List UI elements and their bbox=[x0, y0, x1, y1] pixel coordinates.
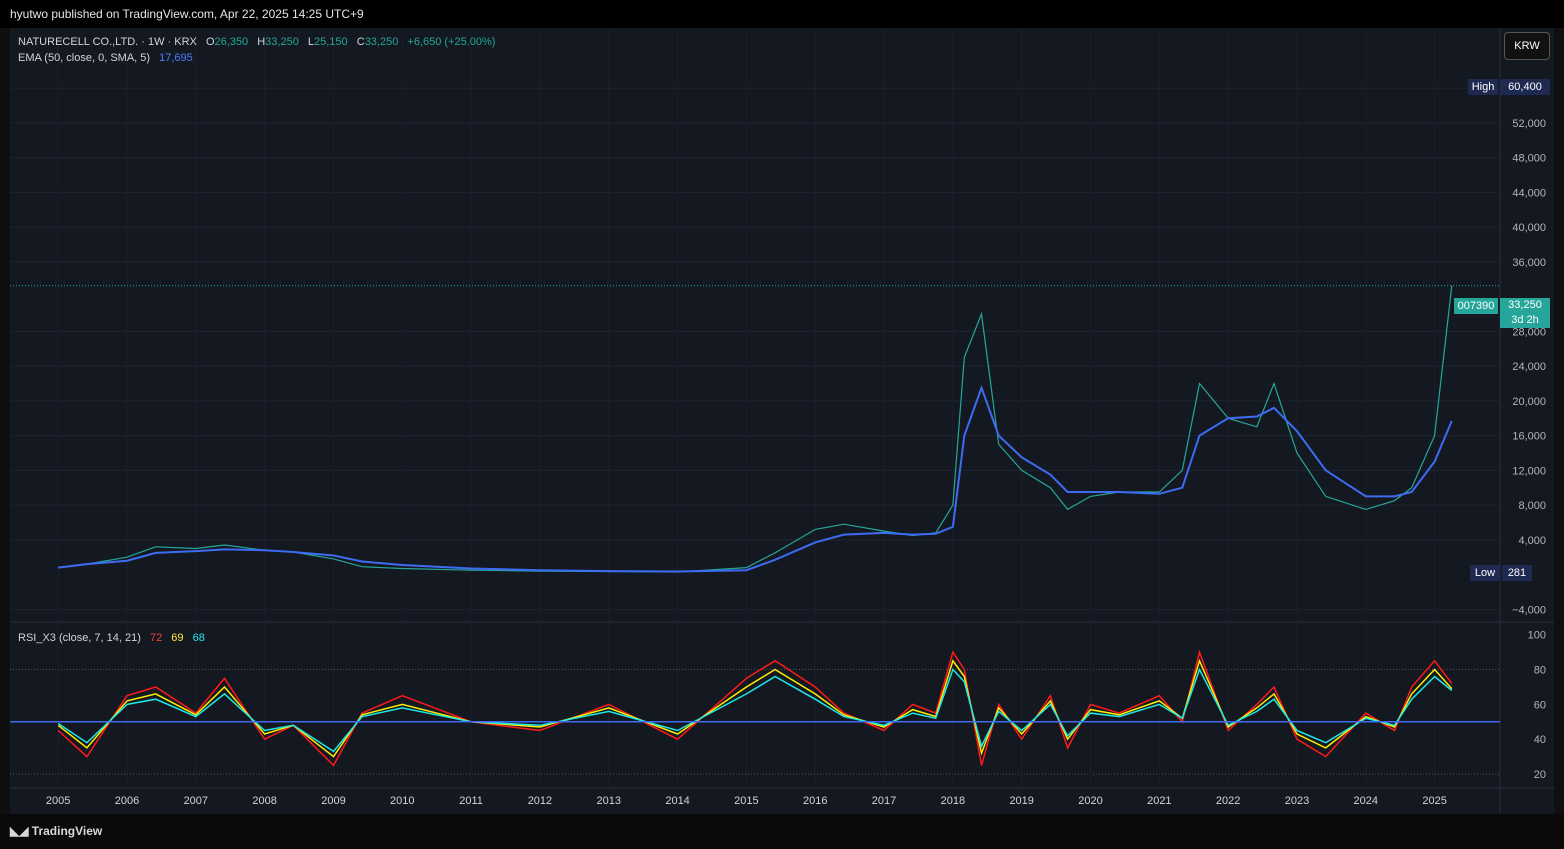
time-tick-label: 2008 bbox=[252, 795, 276, 807]
chart-svg[interactable]: −4,000 4,000 8,000 12,000 16,000 20,000 24,000… bbox=[10, 28, 1554, 814]
low-tag-label: Low bbox=[1470, 565, 1500, 581]
price-tick-label: 36,000 bbox=[1512, 257, 1546, 269]
ema-label: EMA (50, close, 0, SMA, 5) bbox=[18, 52, 151, 64]
price-tick-label: 4,000 bbox=[1518, 535, 1546, 547]
publish-header: hyutwo published on TradingView.com, Apr… bbox=[0, 0, 1564, 28]
time-tick-label: 2013 bbox=[597, 795, 621, 807]
ema-legend: EMA (50, close, 0, SMA, 5) 17,695 bbox=[18, 52, 193, 64]
rsi-series-line bbox=[57, 658, 1453, 758]
price-tick-label: 20,000 bbox=[1512, 396, 1546, 408]
high-value: 33,250 bbox=[265, 36, 299, 48]
ticker-tag: 007390 bbox=[1454, 298, 1498, 314]
chart-area[interactable]: −4,000 4,000 8,000 12,000 16,000 20,000 24,000… bbox=[10, 28, 1554, 814]
rsi-tick-label: 20 bbox=[1534, 769, 1546, 781]
time-tick-label: 2024 bbox=[1354, 795, 1378, 807]
price-tick-label: 40,000 bbox=[1512, 222, 1546, 234]
tv-logo-icon: ◣◢ bbox=[10, 824, 32, 838]
price-tick-label: 24,000 bbox=[1512, 361, 1546, 373]
time-tick-label: 2007 bbox=[184, 795, 208, 807]
time-tick-label: 2010 bbox=[390, 795, 414, 807]
last-price-value: 33,250 bbox=[1508, 299, 1542, 311]
time-tick-label: 2019 bbox=[1009, 795, 1033, 807]
high-label: H bbox=[257, 36, 266, 48]
rsi7-value: 72 bbox=[149, 632, 163, 644]
price-tick-label: −4,000 bbox=[1512, 604, 1546, 616]
ema-series-line bbox=[58, 384, 1453, 573]
time-tick-label: 2023 bbox=[1285, 795, 1309, 807]
rsi14-value: 69 bbox=[171, 632, 184, 644]
time-tick-label: 2005 bbox=[46, 795, 70, 807]
price-tick-label: 28,000 bbox=[1512, 326, 1546, 338]
rsi-tick-label: 40 bbox=[1534, 734, 1546, 746]
publish-text: hyutwo published on TradingView.com, Apr… bbox=[10, 7, 364, 21]
time-tick-label: 2015 bbox=[734, 795, 758, 807]
symbol-name: NATURECELL CO.,LTD. · 1W · KRX bbox=[18, 36, 197, 48]
price-tick-label: 16,000 bbox=[1512, 431, 1546, 443]
footer: ◣◢ TradingView bbox=[0, 814, 1564, 849]
price-tick-label: 44,000 bbox=[1512, 187, 1546, 199]
open-label: O bbox=[205, 36, 215, 48]
time-tick-label: 2009 bbox=[321, 795, 345, 807]
time-tick-label: 2012 bbox=[528, 795, 552, 807]
tradingview-logo[interactable]: ◣◢ TradingView bbox=[10, 824, 102, 838]
high-tag-label: High bbox=[1468, 79, 1498, 95]
currency-button[interactable]: KRW bbox=[1504, 32, 1550, 60]
time-tick-label: 2011 bbox=[459, 795, 483, 807]
last-price-tag: 33,250 3d 2h bbox=[1500, 298, 1550, 328]
change-value: +6,650 (+25.00%) bbox=[407, 36, 496, 48]
low-tag-value: 281 bbox=[1502, 565, 1532, 581]
rsi-legend: RSI_X3 (close, 7, 14, 21) 72 69 68 bbox=[18, 632, 205, 644]
time-tick-label: 2006 bbox=[115, 795, 139, 807]
countdown-value: 3d 2h bbox=[1511, 314, 1539, 326]
close-label: C bbox=[356, 36, 365, 48]
time-tick-label: 2020 bbox=[1078, 795, 1102, 807]
rsi-label: RSI_X3 (close, 7, 14, 21) bbox=[18, 632, 141, 644]
symbol-legend: NATURECELL CO.,LTD. · 1W · KRX O26,350 H… bbox=[18, 36, 495, 48]
footer-brand: TradingView bbox=[31, 824, 103, 838]
time-tick-label: 2016 bbox=[803, 795, 827, 807]
price-tick-label: 48,000 bbox=[1512, 153, 1546, 165]
rsi-series-line bbox=[57, 649, 1453, 767]
low-value: 25,150 bbox=[314, 36, 348, 48]
time-tick-label: 2022 bbox=[1216, 795, 1240, 807]
time-tick-label: 2025 bbox=[1422, 795, 1446, 807]
time-tick-label: 2021 bbox=[1147, 795, 1171, 807]
rsi-tick-label: 60 bbox=[1534, 699, 1546, 711]
rsi21-value: 68 bbox=[192, 632, 205, 644]
time-tick-label: 2018 bbox=[941, 795, 965, 807]
open-value: 26,350 bbox=[214, 36, 249, 48]
price-tick-label: 8,000 bbox=[1518, 500, 1546, 512]
time-tick-label: 2014 bbox=[665, 795, 689, 807]
price-series-line bbox=[58, 285, 1453, 573]
high-tag-value: 60,400 bbox=[1500, 79, 1550, 95]
price-tick-label: 52,000 bbox=[1512, 118, 1546, 130]
time-tick-label: 2017 bbox=[872, 795, 896, 807]
price-tick-label: 12,000 bbox=[1512, 465, 1546, 477]
rsi-tick-label: 80 bbox=[1534, 665, 1546, 677]
ema-value: 17,695 bbox=[159, 52, 193, 64]
rsi-tick-label: 100 bbox=[1528, 630, 1546, 642]
close-value: 33,250 bbox=[364, 36, 399, 48]
